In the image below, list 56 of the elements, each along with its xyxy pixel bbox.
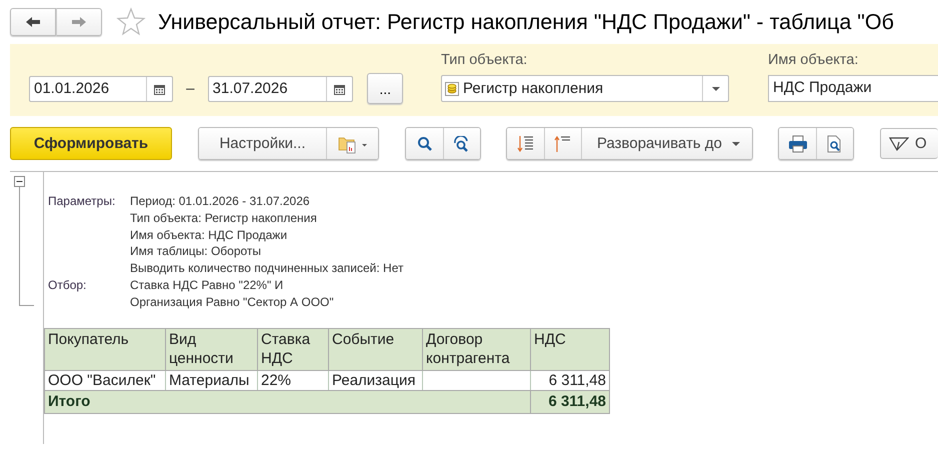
column-header: Ставка НДС <box>258 328 329 370</box>
parameter-line: Период: 01.01.2026 - 31.07.2026 <box>130 193 311 210</box>
parameter-label: Отбор: <box>48 276 88 294</box>
field-label: Имя объекта: <box>768 52 860 68</box>
column-header: Событие <box>329 328 423 370</box>
back-button[interactable] <box>10 8 56 36</box>
total-value: 6 311,48 <box>547 392 607 412</box>
calendar-icon[interactable] <box>334 84 346 94</box>
date-to-field[interactable]: 31.07.2026 <box>208 76 354 102</box>
object-name-field[interactable]: НДС Продажи <box>768 75 938 102</box>
column-header: НДС <box>533 330 567 350</box>
object-type-field[interactable]: Регистр накопления <box>441 75 729 102</box>
date-from-field[interactable]: 01.01.2026 <box>29 76 173 102</box>
parameter-label: Параметры: <box>48 193 116 210</box>
date-value: 01.01.2026 <box>33 79 110 99</box>
calendar-icon[interactable] <box>154 84 165 94</box>
preview-button[interactable] <box>816 128 854 159</box>
search-button[interactable] <box>406 128 443 159</box>
column-header: Договор контрагента <box>423 328 531 370</box>
settings-button[interactable]: Настройки... <box>199 128 326 159</box>
sort-down-list-icon <box>516 134 534 152</box>
filter-button[interactable]: О <box>880 128 938 159</box>
period-button[interactable]: ... <box>367 73 403 104</box>
parameter-line: Тип объекта: Регистр накопления <box>130 210 318 227</box>
print-button[interactable] <box>779 128 816 159</box>
document-search-icon <box>827 134 844 152</box>
parameter-line: Имя объекта: НДС Продажи <box>130 226 288 244</box>
sort-up-list-icon <box>554 134 572 152</box>
date-separator: – <box>185 79 196 99</box>
star-icon[interactable] <box>116 7 146 37</box>
variant-menu-button[interactable] <box>326 128 378 159</box>
parameter-line: Выводить количество подчиненных записей: Нет <box>130 260 404 277</box>
search-icon <box>416 136 432 152</box>
field-label: Тип объекта: <box>441 52 528 68</box>
caret-icon[interactable] <box>712 86 720 90</box>
parameter-line: Имя таблицы: Обороты <box>130 243 262 260</box>
printer-icon <box>788 134 808 152</box>
parameter-line: Ставка НДС Равно "22%" И <box>130 276 284 294</box>
date-value: 31.07.2026 <box>212 79 289 99</box>
object-type-value: Регистр накопления <box>462 78 604 98</box>
window-title: Универсальный отчет: Регистр накопления "НДС Продажи" - таблица "Об <box>158 10 894 34</box>
left-arrow-icon <box>25 16 41 28</box>
total-label: Итого <box>45 390 531 413</box>
parameter-line: Организация Равно "Сектор А ООО" <box>130 294 335 311</box>
collapse-toggle-icon[interactable] <box>14 176 25 187</box>
caret-icon <box>732 142 740 146</box>
expand-to-button[interactable]: Разворачивать до <box>581 128 752 159</box>
column-header: Вид ценности <box>166 328 258 370</box>
right-arrow-icon <box>71 16 87 28</box>
coins-icon <box>445 82 459 96</box>
table-cell-text: 6 311,48 <box>548 370 607 390</box>
search-again-button[interactable] <box>443 128 480 159</box>
expand-all-button[interactable] <box>507 128 544 159</box>
column-header: Покупатель <box>45 328 166 370</box>
generate-button[interactable]: Сформировать <box>10 127 172 160</box>
search-refresh-icon <box>453 136 471 152</box>
